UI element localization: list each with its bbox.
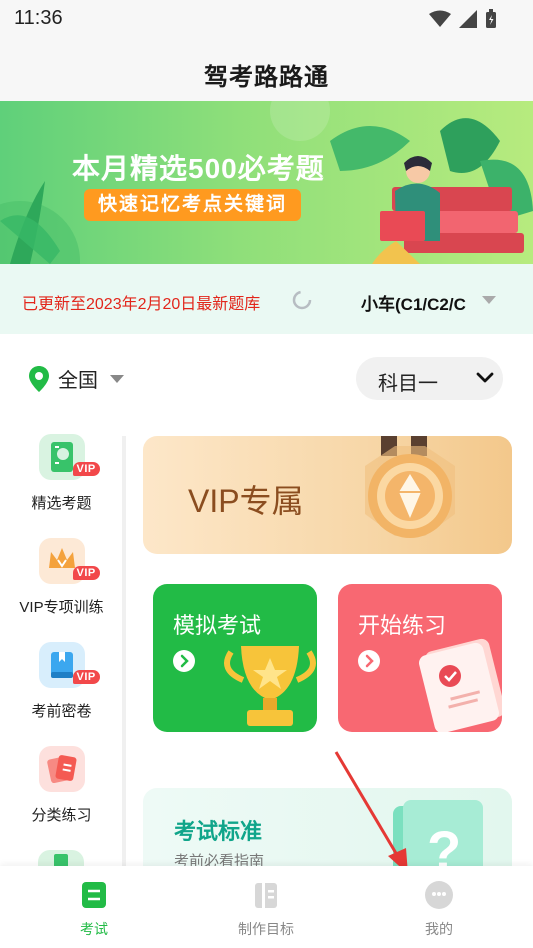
vehicle-type-selector[interactable]: 小车(C1/C2/C [361, 290, 466, 315]
sidebar-item-selected-questions[interactable]: VIP 精选考题 [14, 434, 109, 513]
app-header: 驾考路路通 [0, 38, 533, 101]
wifi-icon [429, 10, 451, 27]
sidebar-item-label: 分类练习 [31, 807, 92, 824]
chevron-down-icon [482, 296, 496, 304]
trophy-icon [224, 646, 316, 726]
certificate-icon [419, 638, 502, 732]
tab-label: 我的 [425, 921, 453, 937]
start-practice-card[interactable]: 开始练习 [338, 584, 502, 732]
status-time: 11:36 [14, 7, 63, 29]
vip-badge: VIP [72, 566, 100, 580]
banner-headline: 本月精选500必考题 [72, 153, 325, 184]
tab-label: 考试 [80, 921, 108, 937]
location-pin-icon [29, 365, 49, 392]
arrow-right-icon [173, 650, 195, 672]
update-status-text: 已更新至2023年2月20日最新题库 [22, 296, 261, 313]
battery-icon [486, 9, 496, 28]
vip-badge: VIP [72, 670, 100, 684]
sidebar-item-label: VIP专项训练 [19, 599, 104, 616]
medal-icon [365, 436, 455, 538]
status-icons [429, 9, 497, 29]
tab-exam[interactable]: 考试 [49, 880, 139, 939]
mock-exam-card[interactable]: 模拟考试 [153, 584, 317, 732]
signal-icon [459, 10, 477, 28]
arrow-right-icon [358, 650, 380, 672]
tab-label: 制作目标 [238, 921, 294, 937]
vip-card-label: VIP专属 [188, 483, 304, 519]
sidebar-item-exam-papers[interactable]: VIP 考前密卷 [14, 642, 109, 721]
tab-profile[interactable]: 我的 [394, 880, 484, 939]
vip-badge: VIP [72, 462, 100, 476]
vip-exclusive-card[interactable]: VIP专属 [143, 436, 512, 554]
profile-tab-icon [425, 881, 453, 909]
book-icon: VIP [38, 642, 100, 688]
sidebar-item-category-practice[interactable]: 分类练习 [14, 746, 109, 825]
subject-dropdown[interactable]: 科目一 [356, 357, 503, 400]
mock-exam-label: 模拟考试 [173, 613, 262, 638]
refresh-icon[interactable] [292, 290, 312, 310]
exam-tab-icon [82, 882, 106, 908]
sidebar-divider [122, 436, 126, 866]
page-title: 驾考路路通 [204, 64, 329, 91]
checklist-icon: VIP [38, 434, 100, 480]
region-selector[interactable]: 全国 [28, 364, 124, 393]
bottom-nav: 考试 制作目标 我的 [0, 866, 533, 948]
cards-icon [38, 746, 85, 792]
exam-standard-title: 考试标准 [174, 819, 263, 844]
sidebar-item-label: 精选考题 [31, 495, 92, 512]
goals-tab-icon [255, 883, 277, 908]
subject-label: 科目一 [378, 373, 438, 395]
chevron-down-icon [476, 372, 494, 383]
sidebar-item-label: 考前密卷 [31, 703, 92, 720]
chevron-down-icon [110, 374, 124, 383]
sidebar-item-vip-training[interactable]: VIP VIP专项训练 [14, 538, 109, 617]
status-bar: 11:36 [0, 0, 533, 38]
crown-icon: VIP [38, 538, 100, 584]
region-label: 全国 [58, 370, 98, 392]
promo-banner[interactable]: 本月精选500必考题 快速记忆考点关键词 [0, 101, 533, 264]
banner-subheadline: 快速记忆考点关键词 [84, 189, 302, 221]
update-bar: 已更新至2023年2月20日最新题库 小车(C1/C2/C [0, 264, 533, 334]
annotation-arrow [334, 751, 408, 874]
tab-goals[interactable]: 制作目标 [221, 880, 311, 939]
